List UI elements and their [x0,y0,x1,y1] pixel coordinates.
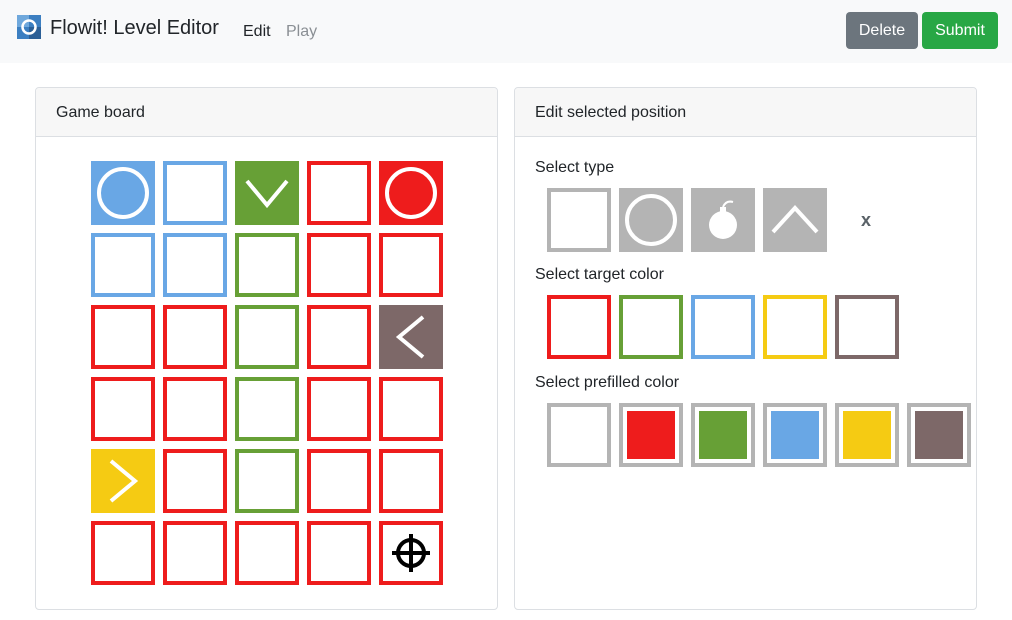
prefilled-color-brown[interactable] [907,403,971,467]
board-cell[interactable] [235,521,299,585]
nav-edit-link[interactable]: Edit [243,22,271,42]
board-cell[interactable] [235,161,299,225]
board-cell[interactable] [91,305,155,369]
board-cell[interactable] [379,521,443,585]
select-type-label: Select type [535,159,615,176]
clear-type-button[interactable]: x [861,210,871,231]
game-board-card: Game board [35,87,498,610]
type-option-circle[interactable] [619,188,683,252]
board-cell[interactable] [235,449,299,513]
prefilled-color-red[interactable] [619,403,683,467]
nav-play-link[interactable]: Play [286,22,317,42]
board-cell[interactable] [379,161,443,225]
target-color-yellow[interactable] [763,295,827,359]
board-cell[interactable] [379,233,443,297]
board-cell[interactable] [163,377,227,441]
target-color-red[interactable] [547,295,611,359]
target-color-green[interactable] [619,295,683,359]
edit-position-title: Edit selected position [535,104,687,121]
prefilled-color-yellow[interactable] [835,403,899,467]
game-board-header: Game board [36,88,497,137]
board-cell[interactable] [307,161,371,225]
submit-button[interactable]: Submit [922,12,998,49]
board-cell[interactable] [163,233,227,297]
select-target-color-label: Select target color [535,266,664,283]
board-cell[interactable] [91,161,155,225]
type-option-empty[interactable] [547,188,611,252]
board-cell[interactable] [91,233,155,297]
game-board-title: Game board [56,104,145,121]
board-cell[interactable] [307,233,371,297]
board-cell[interactable] [307,305,371,369]
board-cell[interactable] [235,377,299,441]
board-cell[interactable] [91,377,155,441]
board-cell[interactable] [163,305,227,369]
prefilled-color-blue[interactable] [763,403,827,467]
board-cell[interactable] [91,449,155,513]
board-cell[interactable] [379,377,443,441]
prefilled-color-white[interactable] [547,403,611,467]
board-cell[interactable] [307,449,371,513]
flowit-logo-icon [17,15,41,39]
target-color-brown[interactable] [835,295,899,359]
board-cell[interactable] [307,377,371,441]
board-cell[interactable] [91,521,155,585]
board-cell[interactable] [235,305,299,369]
type-option-bomb[interactable] [691,188,755,252]
navbar: Flowit! Level Editor Edit Play Delete Su… [0,0,1012,63]
edit-position-header: Edit selected position [515,88,976,137]
delete-button[interactable]: Delete [846,12,918,49]
board-cell[interactable] [379,449,443,513]
select-prefilled-color-label: Select prefilled color [535,374,680,391]
board-cell[interactable] [307,521,371,585]
board-cell[interactable] [163,161,227,225]
app-title[interactable]: Flowit! Level Editor [50,16,219,40]
type-option-arrow[interactable] [763,188,827,252]
target-color-blue[interactable] [691,295,755,359]
board-cell[interactable] [235,233,299,297]
board-cell[interactable] [379,305,443,369]
prefilled-color-green[interactable] [691,403,755,467]
board-cell[interactable] [163,521,227,585]
board-cell[interactable] [163,449,227,513]
edit-position-card: Edit selected position Select type x Sel… [514,87,977,610]
